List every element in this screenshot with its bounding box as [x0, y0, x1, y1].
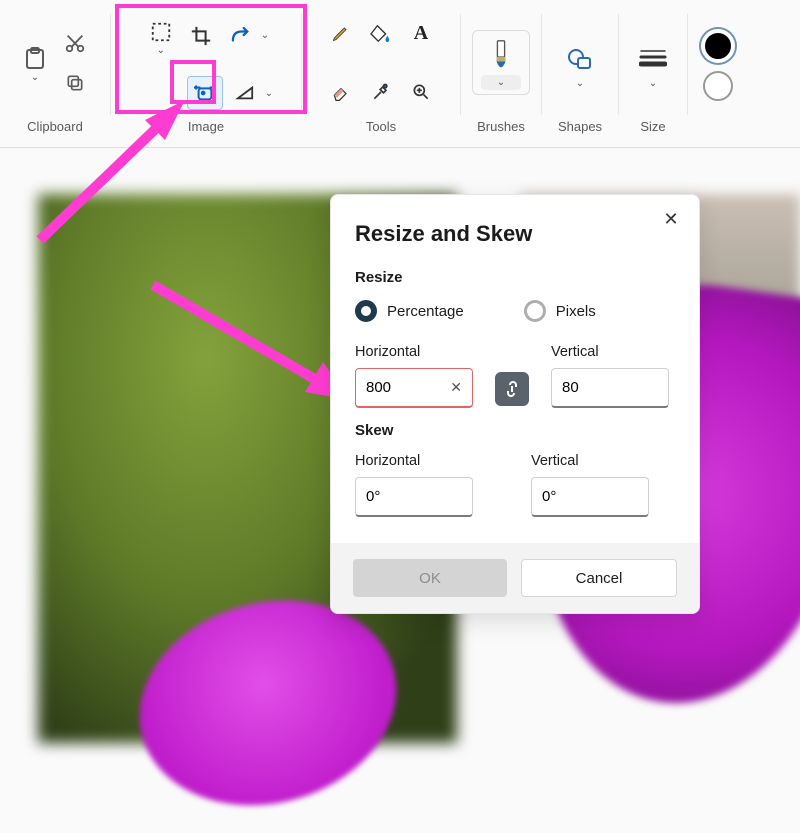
resize-skew-dialog: ✕ Resize and Skew Resize Percentage Pixe…: [330, 194, 700, 614]
resize-vertical-value: 80: [562, 379, 579, 396]
text-tool[interactable]: A: [403, 16, 439, 50]
secondary-color-swatch[interactable]: [703, 71, 733, 101]
skew-horizontal-input[interactable]: 0°: [355, 477, 473, 517]
skew-heading: Skew: [355, 422, 675, 439]
shapes-button[interactable]: [557, 36, 603, 82]
skew-horizontal-value: 0°: [366, 488, 380, 505]
group-label-tools: Tools: [366, 119, 396, 147]
pencil-tool[interactable]: [323, 16, 359, 50]
eraser-tool[interactable]: [323, 75, 359, 109]
select-button[interactable]: [143, 15, 179, 49]
group-image: ⌄ ⌄ ⌄ Image: [111, 6, 301, 147]
cut-button[interactable]: [57, 26, 93, 60]
resize-horizontal-value: 800: [366, 379, 391, 396]
radio-pixels-label: Pixels: [556, 303, 596, 320]
radio-percentage-dot: [355, 300, 377, 322]
skew-vertical-value: 0°: [542, 488, 556, 505]
size-button[interactable]: [630, 36, 676, 82]
ribbon: ⌄ Clipboard ⌄: [0, 0, 800, 148]
cancel-button[interactable]: Cancel: [521, 559, 677, 597]
flip-button[interactable]: [227, 76, 263, 110]
picker-tool[interactable]: [363, 75, 399, 109]
skew-vertical-label: Vertical: [531, 453, 649, 469]
resize-heading: Resize: [355, 269, 675, 286]
maintain-aspect-toggle[interactable]: [495, 372, 529, 406]
fill-tool[interactable]: [363, 16, 399, 50]
crop-button[interactable]: [183, 19, 219, 53]
group-label-shapes: Shapes: [558, 119, 602, 147]
resize-horizontal-label: Horizontal: [355, 344, 473, 360]
skew-vertical-input[interactable]: 0°: [531, 477, 649, 517]
paste-button[interactable]: [17, 42, 53, 76]
brush-button[interactable]: [483, 35, 519, 79]
dialog-close-button[interactable]: ✕: [657, 205, 685, 233]
group-clipboard: ⌄ Clipboard: [0, 6, 110, 147]
copy-button[interactable]: [57, 66, 93, 100]
clear-input-icon[interactable]: ✕: [450, 379, 462, 396]
zoom-tool[interactable]: [403, 75, 439, 109]
group-label-clipboard: Clipboard: [27, 119, 83, 147]
radio-pixels[interactable]: Pixels: [524, 300, 596, 322]
resize-vertical-label: Vertical: [551, 344, 669, 360]
rotate-dropdown[interactable]: ⌄: [261, 30, 269, 41]
group-label-brushes: Brushes: [477, 119, 525, 147]
resize-vertical-input[interactable]: 80: [551, 368, 669, 408]
radio-percentage[interactable]: Percentage: [355, 300, 464, 322]
rotate-button[interactable]: [223, 19, 259, 53]
group-label-size: Size: [640, 119, 665, 147]
radio-pixels-dot: [524, 300, 546, 322]
group-label-image: Image: [188, 119, 224, 147]
group-brushes: ⌄ Brushes: [461, 6, 541, 147]
resize-horizontal-input[interactable]: 800 ✕: [355, 368, 473, 408]
ok-button[interactable]: OK: [353, 559, 507, 597]
radio-percentage-label: Percentage: [387, 303, 464, 320]
flip-dropdown[interactable]: ⌄: [265, 88, 273, 99]
resize-button[interactable]: [187, 76, 223, 110]
group-shapes: ⌄ Shapes: [542, 6, 618, 147]
group-colors: [688, 6, 748, 147]
dialog-title: Resize and Skew: [355, 221, 675, 247]
group-size: ⌄ Size: [619, 6, 687, 147]
skew-horizontal-label: Horizontal: [355, 453, 473, 469]
group-tools: A Tools: [302, 6, 460, 147]
primary-color-swatch[interactable]: [701, 29, 735, 63]
